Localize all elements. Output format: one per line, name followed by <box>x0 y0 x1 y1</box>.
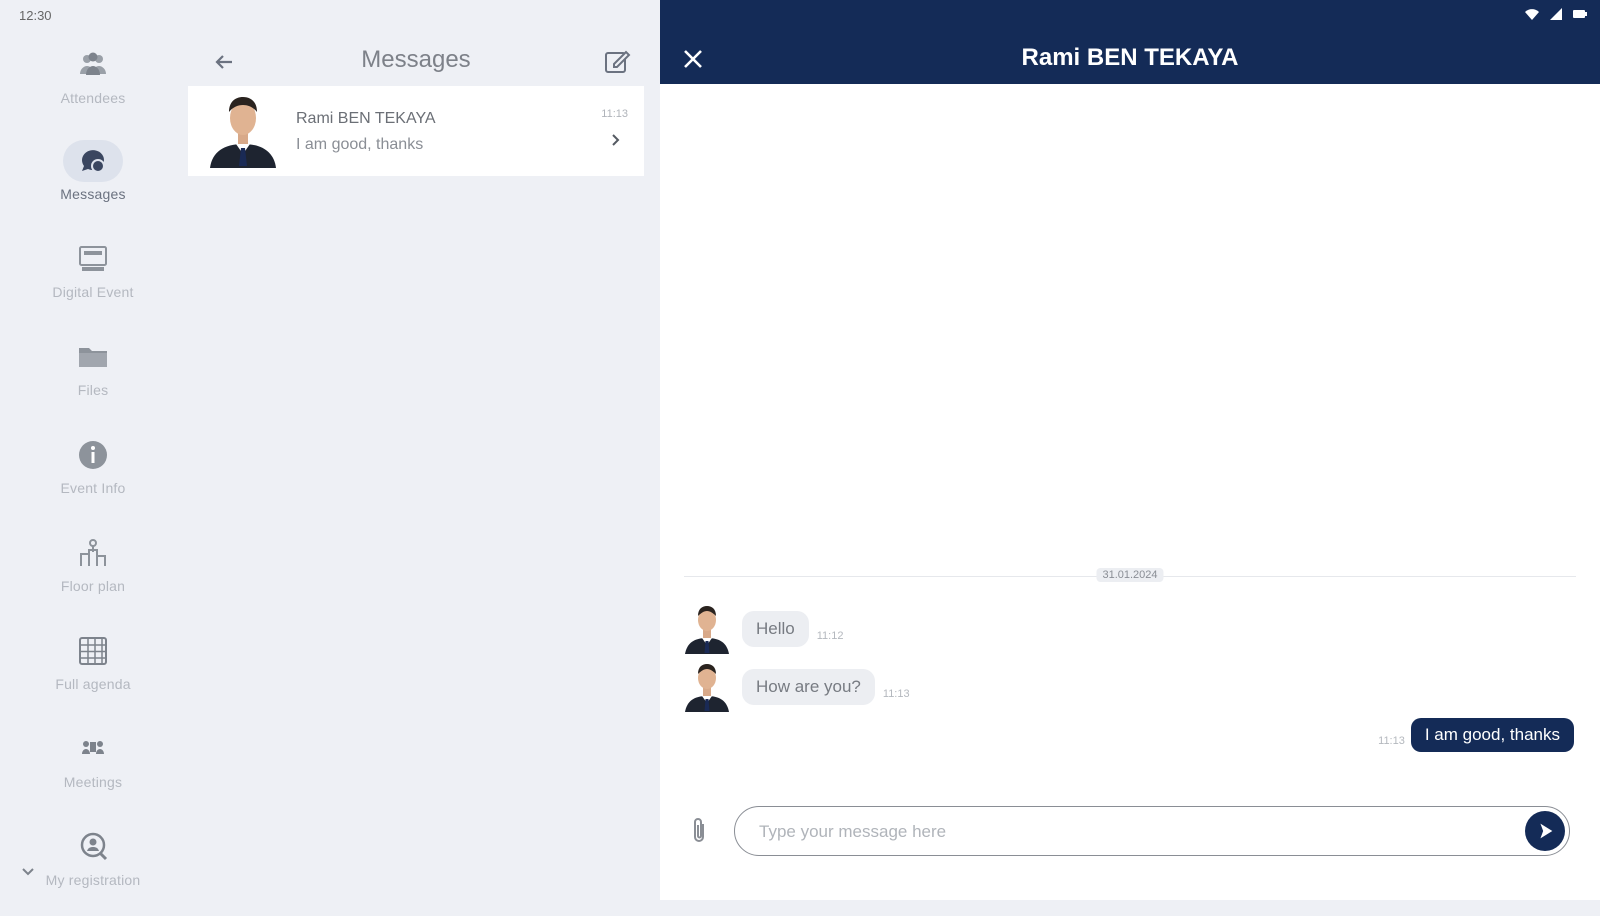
conversation-item[interactable]: Rami BEN TEKAYA I am good, thanks 11:13 <box>188 86 644 176</box>
avatar <box>685 606 729 654</box>
meetings-icon <box>63 728 123 770</box>
message-bubble-incoming: Hello <box>742 611 809 647</box>
conversation-name: Rami BEN TEKAYA <box>296 110 436 127</box>
battery-icon <box>1573 10 1587 18</box>
message-time: 11:13 <box>1378 735 1405 747</box>
nav-item-floor-plan[interactable]: Floor plan <box>0 532 186 622</box>
message-composer <box>734 806 1570 856</box>
nav-label: Files <box>77 382 109 398</box>
nav-item-files[interactable]: Files <box>0 336 186 426</box>
message-row: Hello 11:12 <box>684 604 843 654</box>
chevron-down-icon[interactable] <box>18 862 38 882</box>
nav-item-attendees[interactable]: Attendees <box>0 44 186 134</box>
left-pane: 12:30 Attendees Messages Digital Event F… <box>0 0 658 900</box>
floor-plan-icon <box>63 532 123 574</box>
chat-header: Rami BEN TEKAYA <box>660 0 1600 84</box>
wifi-icon <box>1525 9 1539 20</box>
message-time: 11:13 <box>882 688 910 700</box>
chat-title: Rami BEN TEKAYA <box>1021 44 1239 71</box>
chevron-right-icon <box>612 134 620 146</box>
nav-label: Full agenda <box>55 676 131 692</box>
paperclip-icon[interactable] <box>688 816 710 846</box>
nav-item-event-info[interactable]: Event Info <box>0 434 186 524</box>
status-time: 12:30 <box>19 8 52 23</box>
message-input[interactable] <box>757 818 1501 846</box>
nav-label: Attendees <box>60 90 126 106</box>
folder-icon <box>63 336 123 378</box>
message-row-outgoing: 11:13 I am good, thanks <box>1378 718 1574 752</box>
date-label: 31.01.2024 <box>1096 568 1164 582</box>
message-bubble-outgoing: I am good, thanks <box>1410 718 1574 752</box>
conversation-preview: I am good, thanks <box>296 136 424 153</box>
nav-item-messages[interactable]: Messages <box>0 140 186 230</box>
avatar <box>210 97 276 168</box>
attendees-icon <box>63 44 123 86</box>
nav-item-digital-event[interactable]: Digital Event <box>0 238 186 328</box>
status-icons <box>1524 6 1588 22</box>
calendar-grid-icon <box>63 630 123 672</box>
conversation-time: 11:13 <box>601 108 628 120</box>
chat-pane: Rami BEN TEKAYA 31.01.2024 Hello 11:12 H… <box>660 0 1600 900</box>
messages-header: Messages <box>186 40 646 84</box>
nav-label: Event Info <box>60 480 126 496</box>
send-icon <box>1540 823 1553 839</box>
chat-icon <box>63 140 123 182</box>
nav-item-full-agenda[interactable]: Full agenda <box>0 630 186 720</box>
message-row: How are you? 11:13 <box>684 662 910 712</box>
send-button[interactable] <box>1525 811 1565 851</box>
info-icon <box>63 434 123 476</box>
nav-label: Floor plan <box>60 578 126 594</box>
registration-icon <box>63 826 123 868</box>
signal-icon <box>1550 8 1562 20</box>
nav-label: Meetings <box>63 774 123 790</box>
digital-event-icon <box>63 238 123 280</box>
page-title: Messages <box>361 46 471 73</box>
message-time: 11:12 <box>816 630 844 642</box>
compose-icon[interactable] <box>602 46 632 76</box>
nav-label: Messages <box>60 186 126 202</box>
message-bubble-incoming: How are you? <box>742 669 875 705</box>
nav-label: Digital Event <box>52 284 134 300</box>
avatar <box>685 664 729 712</box>
nav-item-meetings[interactable]: Meetings <box>0 728 186 818</box>
nav-label: My registration <box>45 872 141 888</box>
